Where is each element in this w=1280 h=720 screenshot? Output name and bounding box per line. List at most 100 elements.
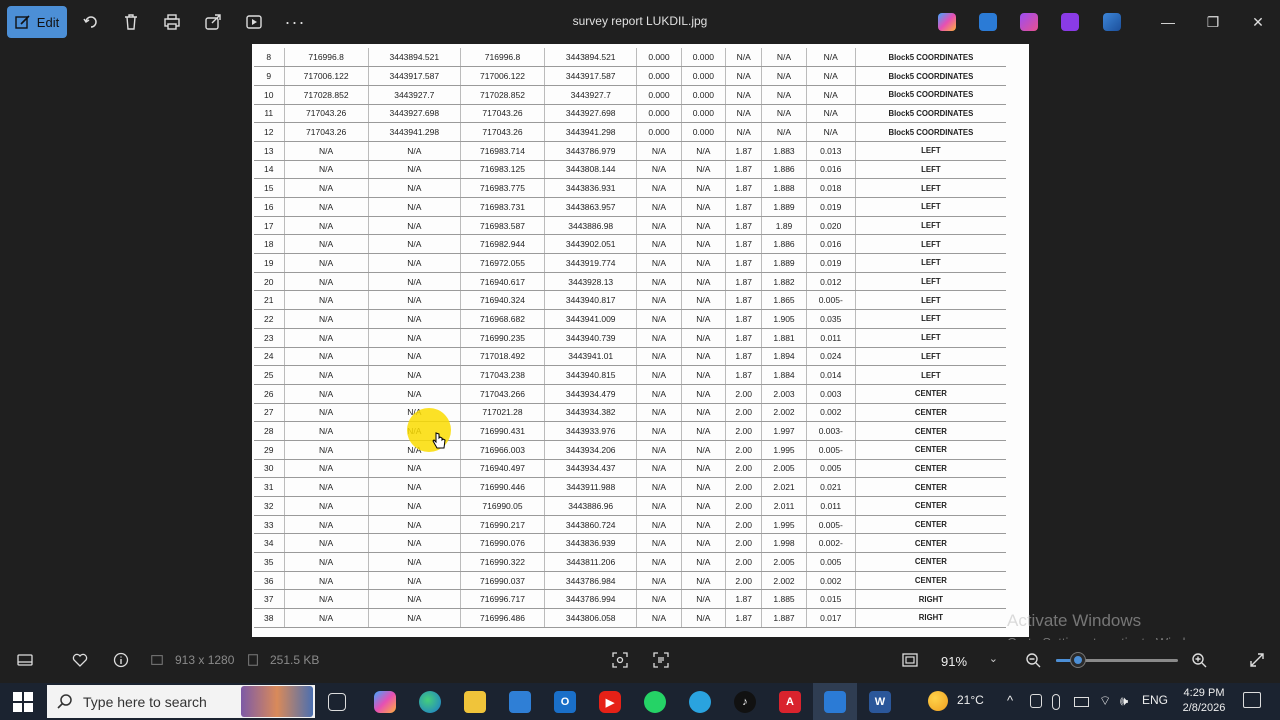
- table-row: 28N/AN/A716990.4313443933.976N/AN/A2.001…: [254, 421, 1006, 441]
- edit-button[interactable]: Edit: [7, 6, 67, 38]
- network-icon[interactable]: [1074, 697, 1089, 707]
- table-cell: N/A: [681, 403, 727, 423]
- table-cell: Block5 COORDINATES: [855, 104, 1006, 124]
- share-button[interactable]: [202, 11, 224, 33]
- copilot-taskbar-icon[interactable]: [374, 691, 396, 713]
- table-cell: N/A: [368, 589, 461, 610]
- temperature[interactable]: 21°C: [957, 693, 984, 707]
- table-row: 17 N/A N/A 716983.587 3443886.98 N/A N/A 1.87 1.…: [254, 216, 1006, 236]
- whatsapp-icon[interactable]: [644, 691, 666, 713]
- print-button[interactable]: [161, 11, 183, 33]
- more-options-button[interactable]: ···: [284, 11, 306, 33]
- table-cell: N/A: [761, 48, 807, 68]
- copilot-icon[interactable]: [938, 13, 956, 31]
- file-explorer-icon[interactable]: [464, 691, 486, 713]
- acrobat-icon[interactable]: A: [779, 691, 801, 713]
- file-info-button[interactable]: [112, 651, 130, 669]
- table-cell: 2.00: [725, 515, 763, 535]
- weather-icon[interactable]: [928, 691, 948, 711]
- table-cell: 3443786.984: [544, 571, 638, 591]
- onedrive-icon[interactable]: [1103, 13, 1121, 31]
- text-select-button[interactable]: [652, 651, 670, 669]
- zoom-in-button[interactable]: [1190, 651, 1208, 669]
- telegram-icon[interactable]: [689, 691, 711, 713]
- table-cell: 14: [254, 160, 285, 180]
- table-cell: 0.000: [636, 66, 682, 86]
- table-cell: N/A: [761, 85, 807, 105]
- table-row: 14 N/A N/A 716983.125 3443808.144 N/A N/A 1.87 1…: [254, 160, 1006, 180]
- paint-icon[interactable]: [1020, 13, 1038, 31]
- fit-to-window-button[interactable]: [611, 651, 629, 669]
- zoom-slider-thumb[interactable]: [1070, 653, 1085, 667]
- device-icon[interactable]: [1030, 694, 1042, 708]
- table-row: 37 N/A N/A 716996.717 3443786.994 N/A N/A 1.87 1…: [254, 589, 1006, 610]
- table-cell: LEFT: [855, 160, 1006, 180]
- notifications-icon[interactable]: [1243, 692, 1261, 708]
- table-cell: N/A: [681, 328, 727, 348]
- microsoft-store-icon[interactable]: [509, 691, 531, 713]
- table-cell: 20: [254, 272, 285, 292]
- table-row: 34 N/A N/A 716990.076 3443836.939 N/A N/A 2.00 1…: [254, 533, 1006, 554]
- zoom-dropdown[interactable]: 91% ⌄: [930, 648, 1004, 674]
- table-row: 33 N/A N/A 716990.217 3443860.724 N/A N/A 2.00 1…: [254, 515, 1006, 535]
- photos-taskbar-icon[interactable]: [824, 691, 846, 713]
- table-cell: 36: [254, 571, 285, 591]
- tiktok-icon[interactable]: ♪: [734, 691, 756, 713]
- delete-button[interactable]: [120, 11, 142, 33]
- edge-icon[interactable]: [419, 691, 441, 713]
- table-cell: 1.87: [725, 216, 763, 236]
- table-cell: N/A: [368, 272, 461, 292]
- actual-size-button[interactable]: [901, 651, 919, 669]
- table-cell: N/A: [284, 216, 369, 236]
- table-row: 18 N/A N/A 716982.944 3443902.051 N/A N/A 1.87 1…: [254, 234, 1006, 255]
- table-row: 29 N/A N/A 716966.003 3443934.206 N/A N/A 2.00 1…: [254, 440, 1006, 460]
- close-button[interactable]: ✕: [1248, 12, 1268, 32]
- windows-start-icon[interactable]: [13, 692, 33, 712]
- word-icon[interactable]: W: [869, 691, 891, 713]
- table-cell: 1.905: [761, 309, 807, 329]
- wifi-icon[interactable]: ⌔: [1099, 693, 1111, 709]
- task-view-icon[interactable]: [328, 693, 346, 711]
- fullscreen-button[interactable]: [1248, 651, 1266, 669]
- table-cell: Block5 COORDINATES: [855, 122, 1006, 142]
- table-cell: 716996.8: [460, 48, 546, 68]
- table-cell: 716968.682: [460, 309, 546, 329]
- actual-size-icon: [902, 653, 918, 667]
- taskbar-search-box[interactable]: Type here to search: [47, 685, 315, 718]
- taskbar-clock[interactable]: 4:29 PM 2/8/2026: [1180, 686, 1228, 716]
- language-indicator[interactable]: ENG: [1142, 693, 1168, 707]
- table-cell: 717028.852: [460, 85, 546, 105]
- maximize-button[interactable]: ❐: [1203, 12, 1223, 32]
- volume-icon[interactable]: 🕪: [1120, 693, 1128, 709]
- clipchamp-icon[interactable]: [1061, 13, 1079, 31]
- table-cell: 13: [254, 141, 285, 161]
- table-cell: 1.87: [725, 272, 763, 292]
- table-cell: 0.000: [636, 48, 682, 68]
- table-cell: 1.995: [761, 440, 807, 460]
- zoom-slider[interactable]: [1056, 653, 1178, 667]
- table-cell: 0.018: [806, 178, 856, 198]
- table-cell: N/A: [284, 608, 369, 628]
- designer-icon[interactable]: [979, 13, 997, 31]
- table-cell: 3443940.817: [544, 290, 638, 311]
- zoom-out-button[interactable]: [1024, 651, 1042, 669]
- table-cell: 1.87: [725, 589, 763, 610]
- youtube-icon[interactable]: ▶: [599, 691, 621, 713]
- favorite-button[interactable]: [71, 651, 89, 669]
- table-cell: RIGHT: [855, 608, 1006, 628]
- filmstrip-button[interactable]: [16, 651, 34, 669]
- microphone-icon[interactable]: [1052, 694, 1060, 710]
- minimize-button[interactable]: —: [1158, 12, 1178, 32]
- table-cell: N/A: [636, 272, 682, 292]
- table-cell: N/A: [636, 552, 682, 572]
- slideshow-button[interactable]: [243, 11, 265, 33]
- rotate-button[interactable]: [80, 11, 102, 33]
- table-row: 31 N/A N/A 716990.446 3443911.988 N/A N/A 2.00 2…: [254, 477, 1006, 497]
- table-cell: 3443940.739: [544, 328, 638, 348]
- table-cell: 3443911.988: [544, 477, 638, 497]
- image-canvas[interactable]: 8 716996.8 3443894.521 716996.8 3443894.521 0…: [252, 44, 1029, 637]
- table-cell: N/A: [681, 160, 727, 180]
- chevron-up-icon[interactable]: ^: [1007, 693, 1013, 708]
- outlook-icon[interactable]: O: [554, 691, 576, 713]
- table-cell: 2.00: [725, 571, 763, 591]
